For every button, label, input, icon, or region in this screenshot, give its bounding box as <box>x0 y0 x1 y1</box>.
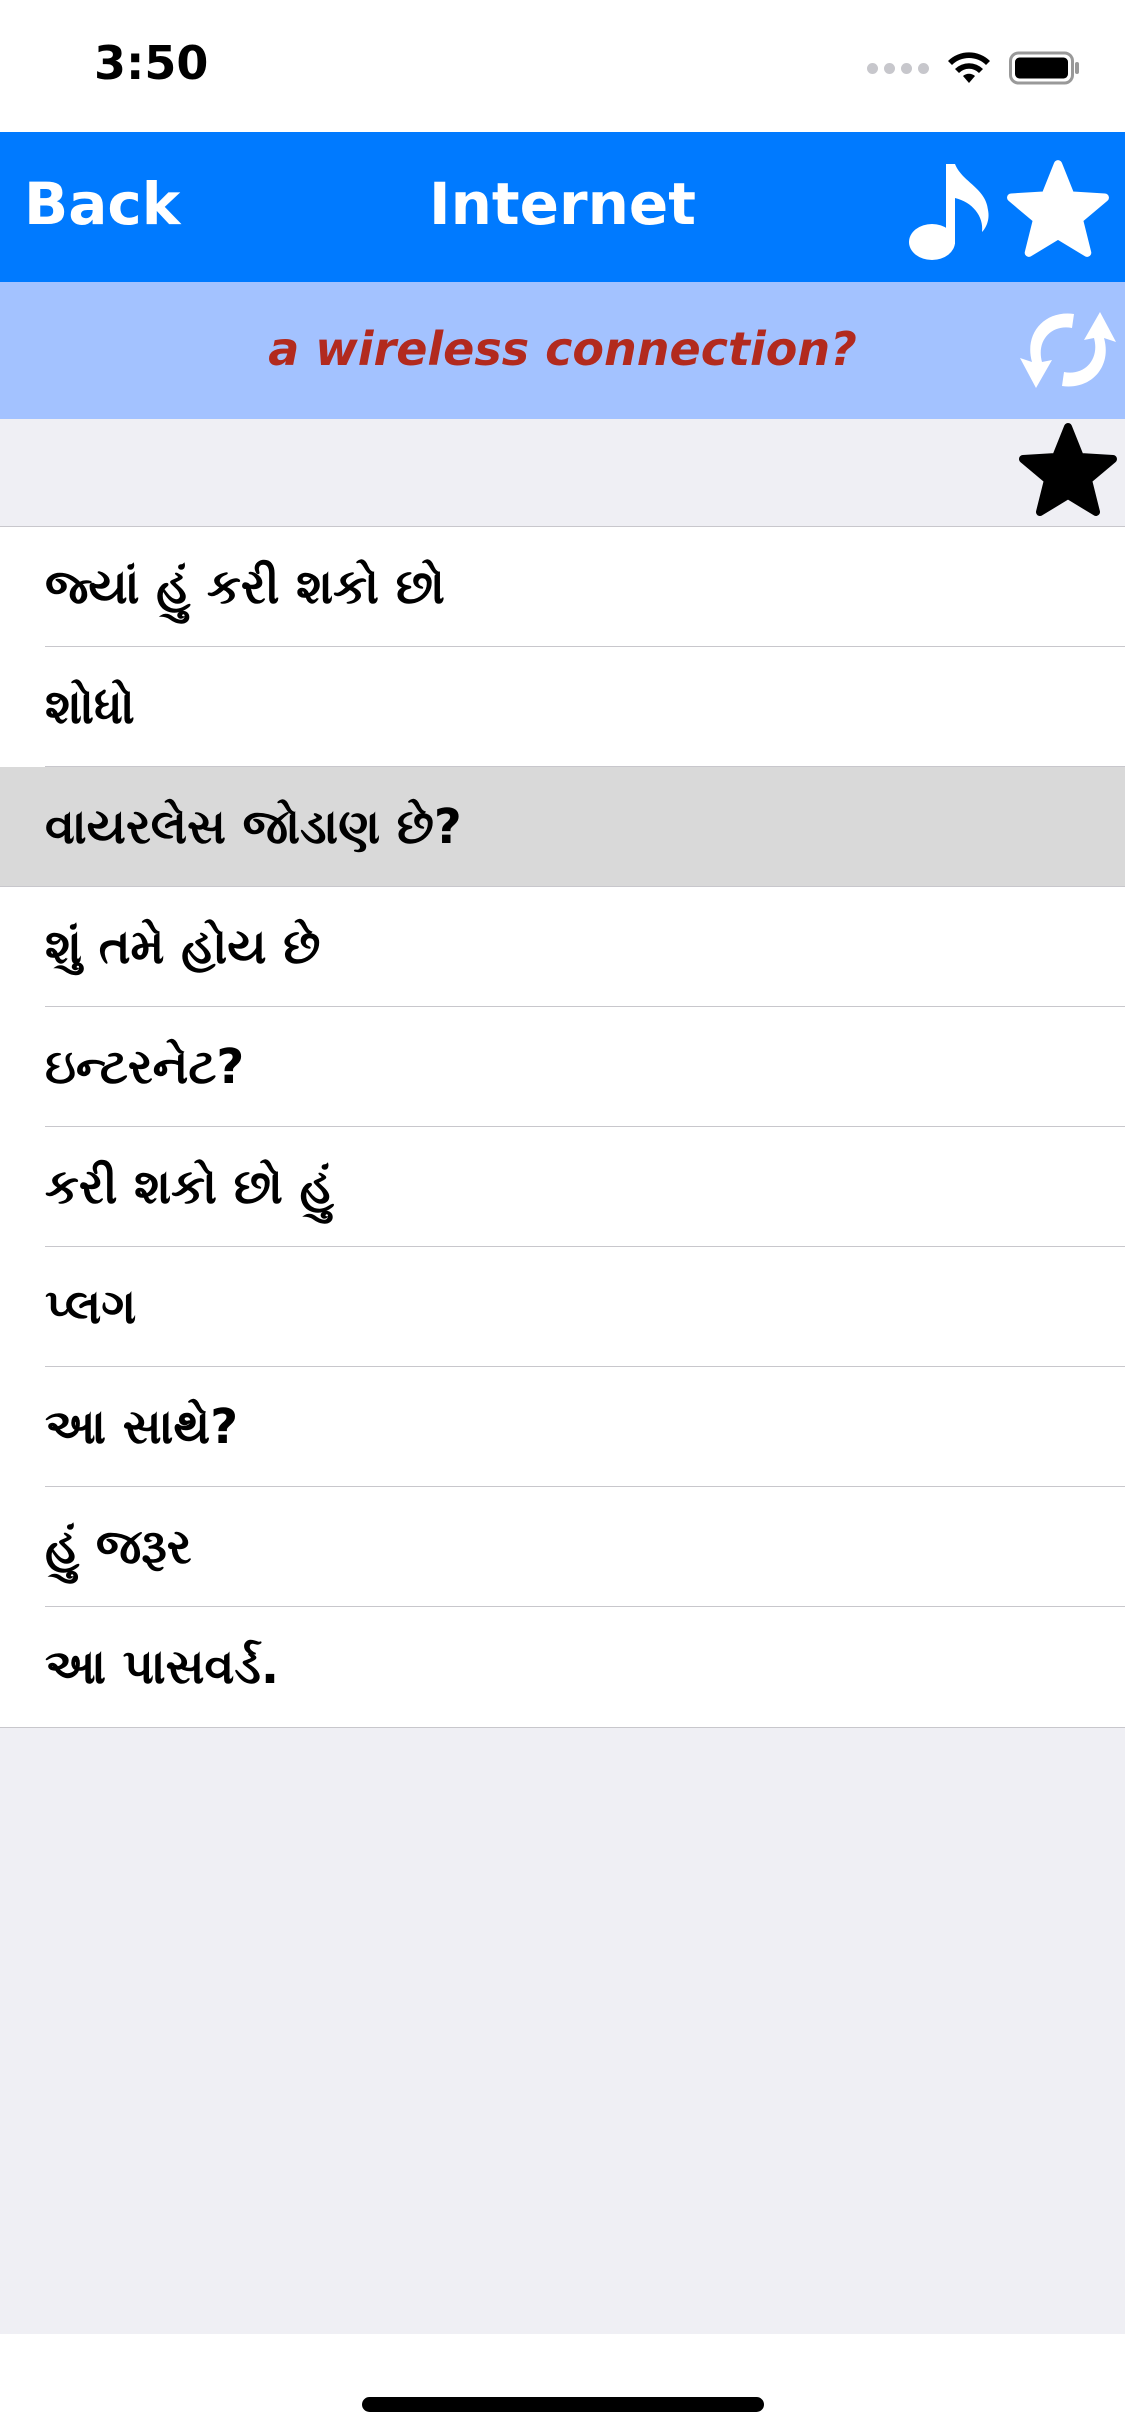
list-item[interactable]: કરી શકો છો હું <box>0 1127 1125 1247</box>
list-item[interactable]: પ્લગ <box>0 1247 1125 1367</box>
list-item[interactable]: આ સાથે? <box>0 1367 1125 1487</box>
list-item-label: શોધો <box>45 678 135 735</box>
status-time: 3:50 <box>94 36 209 90</box>
home-indicator-area <box>0 2334 1125 2436</box>
list-item-label: હું જરૂર <box>45 1518 192 1575</box>
list-item[interactable]: શું તમે હોય છે <box>0 887 1125 1007</box>
list-item-label: શું તમે હોય છે <box>45 918 321 975</box>
list-item[interactable]: હું જરૂર <box>0 1487 1125 1607</box>
translation-bar: a wireless connection? <box>0 282 1125 419</box>
nav-bar: Back Internet <box>0 132 1125 282</box>
phrase-list: જ્યાં હું કરી શકો છો શોધો વાયરલેસ જોડાણ … <box>0 526 1125 1728</box>
list-item[interactable]: ઇન્ટરનેટ? <box>0 1007 1125 1127</box>
list-item[interactable]: જ્યાં હું કરી શકો છો <box>0 527 1125 647</box>
star-icon[interactable] <box>1006 158 1110 258</box>
screen: 3:50 Back Internet a wireless connection… <box>0 0 1125 2436</box>
list-item-label: પ્લગ <box>45 1278 137 1335</box>
list-item[interactable]: શોધો <box>0 647 1125 767</box>
list-item[interactable]: આ પાસવર્ડ. <box>0 1607 1125 1727</box>
battery-icon <box>1009 51 1079 85</box>
translation-text: a wireless connection? <box>268 322 857 376</box>
swap-icon[interactable] <box>1018 300 1118 400</box>
cellular-signal-icon <box>867 62 929 74</box>
star-filled-icon[interactable] <box>1018 420 1118 518</box>
music-note-icon[interactable] <box>906 158 992 262</box>
list-item-label: આ પાસવર્ડ. <box>45 1638 280 1695</box>
wifi-icon <box>948 52 990 83</box>
list-item-label: વાયરલેસ જોડાણ છે? <box>45 798 462 855</box>
list-item-label: જ્યાં હું કરી શકો છો <box>45 558 445 615</box>
favorite-row <box>0 419 1125 526</box>
status-icons <box>867 48 1081 88</box>
list-item-label: ઇન્ટરનેટ? <box>45 1038 245 1095</box>
back-button[interactable]: Back <box>24 170 180 238</box>
list-item-label: કરી શકો છો હું <box>45 1158 334 1215</box>
status-bar: 3:50 <box>0 0 1125 132</box>
home-indicator[interactable] <box>362 2397 764 2412</box>
list-item-selected[interactable]: વાયરલેસ જોડાણ છે? <box>0 767 1125 887</box>
list-item-label: આ સાથે? <box>45 1398 239 1455</box>
